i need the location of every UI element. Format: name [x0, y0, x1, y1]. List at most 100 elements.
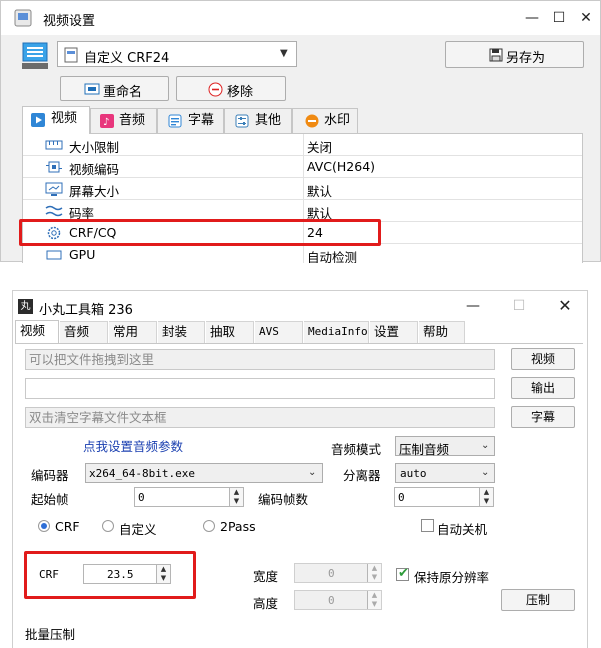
- rename-icon: [84, 83, 100, 95]
- property-row-gpu[interactable]: GPU 自动检测: [23, 244, 582, 263]
- auto-shutdown-checkbox[interactable]: [421, 519, 434, 532]
- column-divider: [303, 134, 304, 156]
- encode-button[interactable]: 压制: [501, 589, 575, 611]
- minimize-icon[interactable]: —: [518, 7, 546, 29]
- property-row-size-limit[interactable]: 大小限制 关闭: [23, 134, 582, 156]
- close-icon[interactable]: ✕: [572, 7, 600, 29]
- tab-extract[interactable]: 抽取: [206, 321, 254, 343]
- height-value: 0: [328, 594, 335, 607]
- splitter-label: 分离器: [343, 468, 381, 483]
- tab-other-label: 其他: [255, 113, 282, 128]
- tab-video-label: 视频: [51, 111, 78, 126]
- tab-common[interactable]: 常用: [109, 321, 157, 343]
- subtitle-file-input[interactable]: 双击清空字幕文件文本框: [25, 407, 495, 428]
- maximize-icon[interactable]: ☐: [545, 7, 573, 29]
- height-spinner[interactable]: 0 ▲ ▼: [294, 590, 382, 610]
- preset-value: 自定义 CRF24: [84, 51, 170, 66]
- rename-button[interactable]: 重命名: [60, 76, 169, 101]
- preset-list-icon: [22, 42, 48, 69]
- tab-divider: [15, 343, 583, 344]
- check-mark-icon: ✔: [398, 566, 409, 581]
- spinner-arrows-icon[interactable]: ▲ ▼: [229, 488, 243, 506]
- batch-encode-label: 批量压制: [25, 627, 76, 642]
- video-file-input[interactable]: 可以把文件拖拽到这里: [25, 349, 495, 370]
- video-button[interactable]: 视频: [511, 348, 575, 370]
- rename-label: 重命名: [103, 85, 143, 100]
- tab-watermark[interactable]: 水印: [292, 108, 358, 133]
- gpu-icon: [46, 250, 62, 260]
- radio-selected-dot: [41, 523, 47, 529]
- radio-crf-label: CRF: [55, 519, 80, 534]
- tab-audio[interactable]: 音频: [60, 321, 108, 343]
- play-circle-icon: [31, 113, 45, 127]
- chevron-down-icon: ▼: [280, 48, 288, 59]
- spinner-arrows-icon[interactable]: ▲ ▼: [367, 564, 381, 582]
- highlight-box-crf-cq: [19, 219, 381, 246]
- tab-video[interactable]: 视频: [22, 106, 90, 134]
- tab-other[interactable]: 其他: [224, 108, 292, 133]
- preset-dropdown[interactable]: 自定义 CRF24 ▼: [57, 41, 297, 67]
- maximize-icon[interactable]: ☐: [505, 295, 533, 317]
- preset-file-icon: [64, 47, 78, 63]
- output-file-input[interactable]: [25, 378, 495, 399]
- ruler-icon: [45, 140, 63, 150]
- tab-help[interactable]: 帮助: [419, 321, 465, 343]
- remove-label: 移除: [227, 85, 254, 100]
- floppy-disk-icon: [489, 48, 503, 62]
- highlight-box-crf: [24, 551, 196, 599]
- sliders-icon: [235, 114, 249, 128]
- encoder-select[interactable]: x264_64-8bit.exe ⌄: [85, 463, 323, 483]
- wave-icon: [45, 205, 63, 217]
- property-label: GPU: [69, 247, 96, 262]
- audio-params-link[interactable]: 点我设置音频参数: [83, 436, 183, 455]
- save-as-button[interactable]: 另存为: [445, 41, 584, 68]
- keep-resolution-checkbox[interactable]: ✔: [396, 566, 409, 581]
- keep-resolution-label: 保持原分辨率: [414, 570, 490, 585]
- watermark-icon: [305, 114, 319, 128]
- property-label: 大小限制: [69, 140, 120, 155]
- tab-avs[interactable]: AVS: [255, 321, 303, 343]
- tab-audio-label: 音频: [119, 113, 146, 128]
- radio-2pass-label: 2Pass: [220, 519, 256, 534]
- radio-crf[interactable]: [38, 520, 50, 532]
- output-button[interactable]: 输出: [511, 377, 575, 399]
- app-logo-icon: [14, 9, 32, 27]
- radio-2pass[interactable]: [203, 520, 215, 532]
- column-divider: [303, 244, 304, 263]
- tab-mediainfo[interactable]: MediaInfo: [304, 321, 369, 343]
- property-row-video-codec[interactable]: 视频编码 AVC(H264): [23, 156, 582, 178]
- start-frame-value: 0: [138, 491, 145, 504]
- property-value: 默认: [307, 184, 333, 199]
- tab-audio[interactable]: ♪ 音频: [90, 108, 157, 133]
- close-icon[interactable]: ✕: [551, 295, 579, 317]
- column-divider: [303, 178, 304, 200]
- svg-text:♪: ♪: [103, 117, 109, 128]
- width-spinner[interactable]: 0 ▲ ▼: [294, 563, 382, 583]
- encode-frames-value: 0: [398, 491, 405, 504]
- audio-mode-select[interactable]: 压制音频 ⌄: [395, 436, 495, 457]
- start-frame-spinner[interactable]: 0 ▲ ▼: [134, 487, 244, 507]
- splitter-value: auto: [400, 467, 427, 480]
- splitter-select[interactable]: auto ⌄: [395, 463, 495, 483]
- tab-settings[interactable]: 设置: [370, 321, 418, 343]
- chip-icon: [46, 161, 62, 173]
- subtitle-icon: [168, 114, 182, 128]
- spinner-arrows-icon[interactable]: ▲ ▼: [367, 591, 381, 609]
- width-value: 0: [328, 567, 335, 580]
- property-row-screen-size[interactable]: 屏幕大小 默认: [23, 178, 582, 200]
- radio-custom[interactable]: [102, 520, 114, 532]
- tab-subtitle[interactable]: 字幕: [157, 108, 224, 133]
- subtitle-button[interactable]: 字幕: [511, 406, 575, 428]
- tab-video[interactable]: 视频: [15, 320, 59, 344]
- chevron-down-icon: ⌄: [481, 467, 490, 478]
- remove-button[interactable]: 移除: [176, 76, 286, 101]
- column-divider: [303, 156, 304, 178]
- radio-custom-label: 自定义: [119, 522, 157, 537]
- width-label: 宽度: [253, 569, 279, 584]
- property-value: AVC(H264): [307, 159, 376, 174]
- minimize-icon[interactable]: —: [459, 295, 487, 317]
- tab-mux[interactable]: 封装: [158, 321, 205, 343]
- encode-frames-spinner[interactable]: 0 ▲ ▼: [394, 487, 494, 507]
- spinner-arrows-icon[interactable]: ▲ ▼: [479, 488, 493, 506]
- property-label: 屏幕大小: [69, 184, 120, 199]
